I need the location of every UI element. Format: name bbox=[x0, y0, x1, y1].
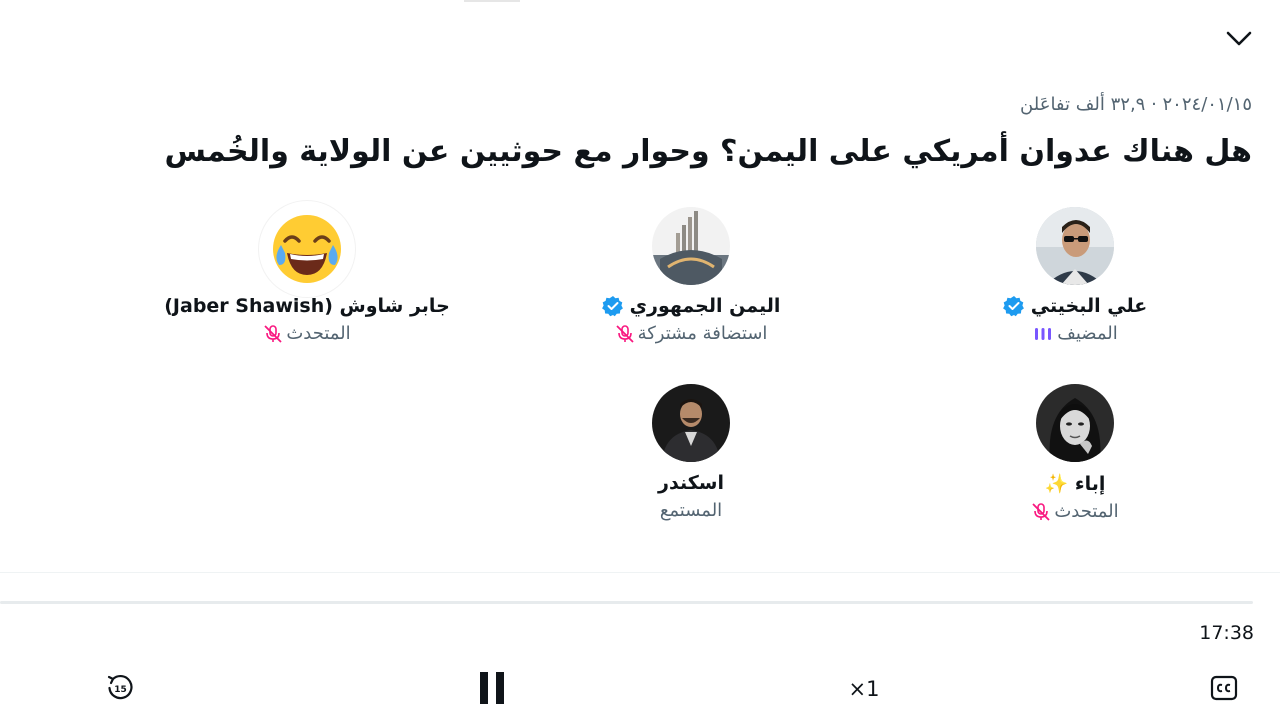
participant-name: إباء ✨ bbox=[1044, 473, 1106, 495]
participant-speaker-ibaa[interactable]: إباء ✨ المتحدث bbox=[925, 384, 1225, 522]
verified-badge-icon bbox=[1002, 296, 1024, 317]
muted-mic-icon bbox=[1032, 502, 1050, 521]
captions-button[interactable] bbox=[1206, 670, 1242, 706]
sheet-drag-handle[interactable] bbox=[464, 0, 520, 2]
playback-time: 17:38 bbox=[1199, 622, 1254, 644]
avatar bbox=[1036, 207, 1114, 285]
muted-mic-icon bbox=[615, 324, 634, 343]
pause-icon bbox=[480, 672, 504, 704]
participant-role-row: استضافة مشتركة bbox=[541, 323, 841, 344]
participant-speaker-jaber[interactable]: جابر شاوش (Jaber Shawish) المتحدث bbox=[157, 201, 457, 344]
participant-name: اسكندر bbox=[658, 472, 724, 494]
participant-name-row: جابر شاوش (Jaber Shawish) bbox=[157, 295, 457, 317]
participant-name-row: اسكندر bbox=[541, 472, 841, 494]
participant-role: المضيف bbox=[1057, 323, 1118, 344]
closed-captions-icon bbox=[1210, 675, 1238, 701]
laughing-emoji-icon bbox=[273, 215, 341, 283]
skip-back-15-button[interactable]: 15 bbox=[102, 670, 138, 706]
chevron-down-icon bbox=[1226, 31, 1252, 46]
participant-role-row: المتحدث bbox=[157, 323, 457, 344]
participant-name: اليمن الجمهوري bbox=[629, 295, 781, 317]
avatar bbox=[1036, 384, 1114, 462]
participant-role: المتحدث bbox=[286, 323, 351, 344]
participant-name: علي البخيتي bbox=[1030, 295, 1148, 317]
participant-name-row: اليمن الجمهوري bbox=[541, 295, 841, 317]
participant-name: جابر شاوش (Jaber Shawish) bbox=[164, 295, 450, 317]
participant-role: المتحدث bbox=[1054, 501, 1119, 522]
playback-progress-bar[interactable] bbox=[0, 601, 1253, 604]
collapse-button[interactable] bbox=[1222, 22, 1256, 56]
participant-name-row: علي البخيتي bbox=[925, 295, 1225, 317]
avatar bbox=[652, 207, 730, 285]
verified-badge-icon bbox=[601, 296, 623, 317]
space-title: هل هناك عدوان أمريكي على اليمن؟ وحوار مع… bbox=[164, 134, 1252, 169]
participant-role-row: المستمع bbox=[541, 500, 841, 521]
participant-role: المستمع bbox=[659, 500, 723, 521]
avatar bbox=[652, 384, 730, 462]
rewind-15-icon: 15 bbox=[107, 674, 133, 700]
pause-button[interactable] bbox=[470, 666, 514, 710]
space-meta: ٢٠٢٤/٠١/١٥ · ٣٢,٩ ألف تفاعَلن bbox=[1020, 94, 1252, 115]
participant-cohost[interactable]: اليمن الجمهوري استضافة مشتركة bbox=[541, 207, 841, 344]
svg-text:15: 15 bbox=[114, 685, 127, 695]
participant-role: استضافة مشتركة bbox=[637, 323, 768, 344]
participant-role-row: المضيف bbox=[925, 323, 1225, 344]
speaking-bars-icon bbox=[1035, 327, 1052, 340]
participant-host[interactable]: علي البخيتي المضيف bbox=[925, 207, 1225, 344]
participant-listener[interactable]: اسكندر المستمع bbox=[541, 384, 841, 521]
avatar bbox=[259, 201, 355, 297]
section-divider bbox=[0, 572, 1280, 573]
muted-mic-icon bbox=[264, 324, 282, 343]
playback-speed-button[interactable]: ×1 bbox=[838, 672, 890, 706]
participant-name-row: إباء ✨ bbox=[925, 472, 1225, 495]
participant-role-row: المتحدث bbox=[925, 501, 1225, 522]
